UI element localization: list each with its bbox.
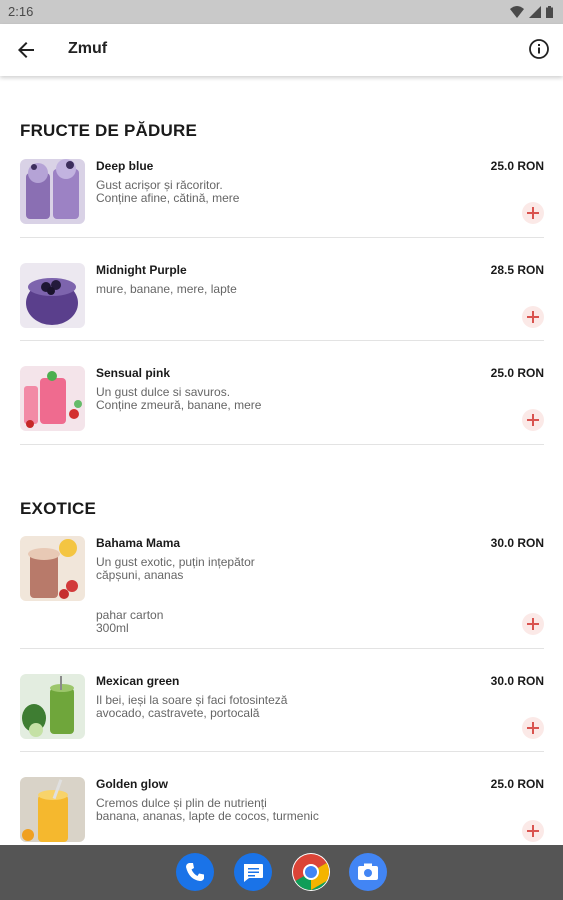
add-to-cart-button[interactable] [522, 409, 544, 431]
messages-icon [244, 864, 263, 882]
item-name: Golden glow [96, 777, 168, 791]
add-to-cart-button[interactable] [522, 202, 544, 224]
info-icon [529, 39, 549, 59]
messages-app-button[interactable] [234, 853, 272, 891]
list-item[interactable]: Golden glow 25.0 RON Cremos dulce și pli… [20, 777, 544, 845]
add-to-cart-button[interactable] [522, 820, 544, 842]
item-description-line: mure, banane, mere, lapte [96, 282, 237, 296]
product-image-midnight-purple [20, 263, 85, 328]
item-description: Gust acrișor și răcoritor. Conține afine… [96, 179, 239, 205]
info-button[interactable] [528, 38, 550, 60]
product-image-sensual-pink [20, 366, 85, 431]
divider [20, 237, 544, 238]
item-description-line: căpșuni, ananas [96, 568, 184, 582]
divider [20, 444, 544, 445]
item-description-line: Conține zmeură, banane, mere [96, 398, 262, 412]
item-extra-line: 300ml [96, 621, 129, 635]
section-title-exotice: EXOTICE [20, 499, 97, 518]
item-name: Bahama Mama [96, 536, 181, 550]
item-price: 30.0 RON [490, 674, 544, 688]
back-button[interactable] [14, 38, 38, 62]
camera-app-button[interactable] [349, 853, 387, 891]
list-item[interactable]: Sensual pink 25.0 RON Un gust dulce si s… [20, 366, 544, 446]
page-title: Zmuf [68, 40, 108, 57]
add-to-cart-button[interactable] [522, 306, 544, 328]
status-icons [510, 5, 553, 19]
item-description: Un gust dulce si savuros. Conține zmeură… [96, 386, 261, 412]
item-price: 30.0 RON [490, 536, 544, 550]
add-to-cart-button[interactable] [522, 613, 544, 635]
chrome-app-button[interactable] [292, 853, 330, 891]
item-extra-info: pahar carton 300ml [96, 609, 163, 635]
chrome-icon [293, 854, 330, 890]
app-bar: Zmuf [0, 24, 563, 76]
item-description: Cremos dulce și plin de nutrienți banana… [96, 797, 319, 823]
phone-app-button[interactable] [176, 853, 214, 891]
item-price: 25.0 RON [490, 159, 544, 173]
product-image-golden-glow [20, 777, 85, 842]
item-description-line: banana, ananas, lapte de cocos, turmenic [96, 809, 319, 823]
add-to-cart-button[interactable] [522, 717, 544, 739]
product-image-deep-blue [20, 159, 85, 224]
list-item[interactable]: Mexican green 30.0 RON Il bei, ieși la s… [20, 674, 544, 754]
item-description: Il bei, ieși la soare și faci fotosintez… [96, 694, 287, 720]
camera-icon [358, 863, 378, 880]
dock-bar [0, 845, 563, 900]
arrow-back-icon [18, 42, 34, 58]
section-title-fructe-de-padure: FRUCTE DE PĂDURE [20, 121, 197, 140]
menu-list[interactable]: FRUCTE DE PĂDURE Deep blue 25.0 RON Gust… [0, 76, 563, 845]
item-name: Sensual pink [96, 366, 171, 380]
phone-icon [186, 863, 204, 881]
status-time: 2:16 [8, 4, 34, 19]
item-price: 25.0 RON [490, 777, 544, 791]
product-image-mexican-green [20, 674, 85, 739]
battery-icon [546, 6, 553, 18]
list-item[interactable]: Deep blue 25.0 RON Gust acrișor și răcor… [20, 159, 544, 239]
item-description-line: avocado, castravete, portocală [96, 706, 260, 720]
product-image-bahama-mama [20, 536, 85, 601]
item-name: Deep blue [96, 159, 154, 173]
item-description: mure, banane, mere, lapte [96, 283, 237, 296]
item-name: Mexican green [96, 674, 180, 688]
divider [20, 340, 544, 341]
signal-icon [529, 6, 541, 18]
list-item[interactable]: Bahama Mama 30.0 RON Un gust exotic, puț… [20, 536, 544, 646]
item-name: Midnight Purple [96, 263, 187, 277]
status-bar: 2:16 [0, 0, 563, 24]
item-price: 28.5 RON [490, 263, 544, 277]
item-description-line: Conține afine, cătină, mere [96, 191, 240, 205]
item-price: 25.0 RON [490, 366, 544, 380]
list-item[interactable]: Midnight Purple 28.5 RON mure, banane, m… [20, 263, 544, 343]
item-description: Un gust exotic, puțin ințepător căpșuni,… [96, 556, 255, 582]
wifi-icon [510, 6, 524, 18]
divider [20, 751, 544, 752]
divider [20, 648, 544, 649]
